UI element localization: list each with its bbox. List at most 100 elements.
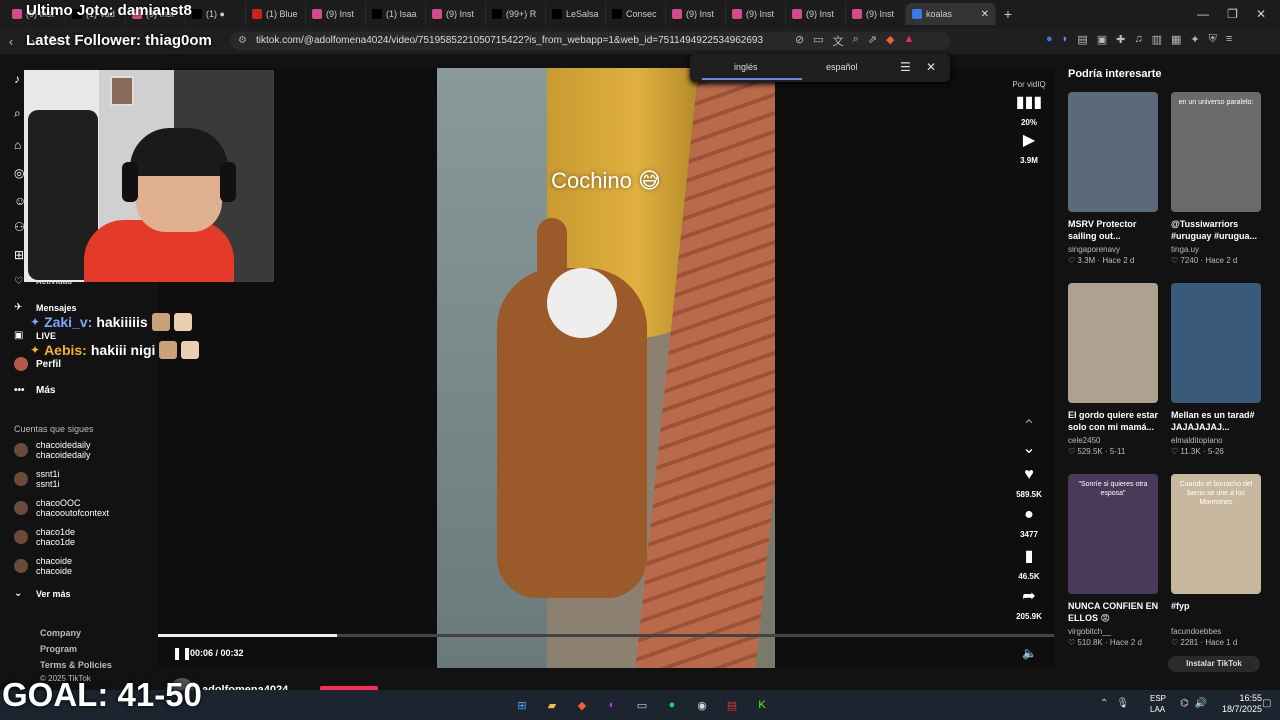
suggestion-card[interactable]: MSRV Protector sailing out... singaporena… [1068, 92, 1160, 265]
suggestion-author[interactable]: singaporenavy [1068, 245, 1160, 254]
video-frame[interactable]: Cochino 😅 [437, 68, 775, 668]
next-video-button[interactable]: ⌄ [1012, 438, 1046, 458]
video-player[interactable]: Cochino 😅 ❚❚ 00:06 / 00:32 🔈 [158, 68, 1054, 668]
leo-icon[interactable]: ✦ [1190, 33, 1199, 46]
extensions-puzzle-icon[interactable]: ✚ [1116, 33, 1125, 46]
kick-icon[interactable]: K [752, 695, 772, 715]
close-tab-icon[interactable]: ✕ [981, 9, 989, 20]
share-icon[interactable]: ⇗ [868, 33, 877, 49]
microphone-icon[interactable]: 🎙 [1116, 698, 1129, 709]
browser-tab[interactable]: (9) Inst [786, 3, 846, 25]
like-button[interactable]: ♥ 589.5K [1012, 466, 1046, 502]
suggestion-card[interactable]: Mellan es un tarad# JAJAJAJAJ... elmaldit… [1171, 283, 1263, 456]
following-item[interactable]: chacoOOC chacooutofcontext [14, 498, 109, 518]
app-purple-icon[interactable]: ◐ [602, 695, 622, 715]
new-tab-button[interactable]: + [996, 6, 1020, 22]
suggestion-card[interactable]: en un universo paralelo: @Tussiwarriors #… [1171, 92, 1263, 265]
tray-chevron-icon[interactable]: ⌃ [1100, 698, 1108, 709]
browser-tab[interactable]: (9) Inst [726, 3, 786, 25]
wallet-icon[interactable]: ▦ [1171, 33, 1181, 46]
close-icon[interactable]: ✕ [926, 60, 936, 74]
browser-tab[interactable]: LeSalsa [546, 3, 606, 25]
suggestion-caption[interactable]: NUNCA CONFIEN EN ELLOS 😡 [1068, 600, 1160, 624]
translate-from-tab[interactable]: inglés [734, 62, 758, 72]
speaker-icon[interactable]: 🔊 [1195, 698, 1207, 709]
video-progress-bar[interactable] [158, 634, 1054, 637]
suggestion-caption[interactable]: El gordo quiere estar solo con mi mamá..… [1068, 409, 1160, 433]
sidebar-icon[interactable]: ▥ [1152, 33, 1162, 46]
language-indicator[interactable]: ESP LAA [1150, 693, 1166, 715]
suggestion-card[interactable]: "Sonríe si quieres otra esposa" NUNCA CON… [1068, 474, 1160, 647]
music-icon[interactable]: ♫ [1134, 33, 1142, 46]
following-item[interactable]: chaco1de chaco1de [14, 527, 75, 547]
nav-more[interactable]: ••• Más [14, 385, 55, 396]
notification-icon[interactable]: ▢ [1262, 698, 1271, 709]
browser-tab[interactable]: koalas ✕ [906, 3, 996, 25]
footer-program[interactable]: Program [40, 644, 77, 654]
save-button[interactable]: ▮ 46.5K [1012, 546, 1046, 584]
obs-icon[interactable]: ◉ [692, 695, 712, 715]
extension-voice-icon[interactable]: ◗ [1062, 33, 1069, 46]
clock[interactable]: 16:55 18/7/2025 [1222, 693, 1262, 715]
zoom-icon[interactable]: ⌕ [853, 33, 859, 49]
share-button[interactable]: ➦ 205.9K [1012, 586, 1046, 624]
browser-tab[interactable]: (9) Inst [426, 3, 486, 25]
browser-tab[interactable]: (1) ● [186, 3, 246, 25]
menu-icon[interactable]: ☰ [900, 60, 911, 74]
stats-button[interactable]: ▮▮▮ 20% [1012, 92, 1046, 130]
suggestion-thumbnail[interactable] [1171, 283, 1261, 403]
browser-tab[interactable]: Consec [606, 3, 666, 25]
maximize-icon[interactable]: ❐ [1227, 7, 1238, 21]
following-item[interactable]: ssnt1i ssnt1i [14, 469, 60, 489]
suggestion-thumbnail[interactable]: en un universo paralelo: [1171, 92, 1261, 212]
app-red-icon[interactable]: ▤ [722, 695, 742, 715]
suggestion-author[interactable]: tinga.uy [1171, 245, 1263, 254]
spotify-icon[interactable]: ● [662, 695, 682, 715]
extension-blue-icon[interactable]: ● [1046, 33, 1053, 46]
browser-tab[interactable]: (9) Inst [666, 3, 726, 25]
cast-icon[interactable]: ▭ [813, 33, 823, 49]
browser-tab[interactable]: (1) Isaa [366, 3, 426, 25]
site-info-icon[interactable]: ⚙ [238, 32, 247, 50]
browser-tab[interactable]: (9) Inst [306, 3, 366, 25]
vpn-icon[interactable]: ⛨ [1209, 33, 1217, 46]
suggestion-author[interactable]: cele2450 [1068, 436, 1160, 445]
terminal-icon[interactable]: ▭ [632, 695, 652, 715]
suggestion-caption[interactable]: Mellan es un tarad# JAJAJAJAJ... [1171, 409, 1263, 433]
footer-terms[interactable]: Terms & Policies [40, 660, 112, 670]
browser-tab[interactable]: (1) Blue [246, 3, 306, 25]
suggestion-author[interactable]: facundoebbes [1171, 627, 1263, 636]
comment-button[interactable]: ● 3477 [1012, 506, 1046, 542]
browser-tab[interactable]: (9) Inst [846, 3, 906, 25]
views-button[interactable]: ▶ 3.9M [1012, 130, 1046, 168]
install-tiktok-button[interactable]: Instalar TikTok [1168, 656, 1260, 672]
browser-tab[interactable]: (99+) R [486, 3, 546, 25]
suggestion-card[interactable]: El gordo quiere estar solo con mi mamá..… [1068, 283, 1160, 456]
suggestion-caption[interactable]: #fyp [1171, 600, 1263, 624]
extension-screen-icon[interactable]: ▣ [1097, 33, 1107, 46]
brave-shield-icon[interactable]: ◆ [886, 33, 894, 49]
translate-to-tab[interactable]: español [826, 62, 858, 72]
suggestion-thumbnail[interactable] [1068, 283, 1158, 403]
file-explorer-icon[interactable]: ▰ [542, 695, 562, 715]
suggestion-thumbnail[interactable]: "Sonríe si quieres otra esposa" [1068, 474, 1158, 594]
brave-browser-icon[interactable]: ◆ [572, 695, 592, 715]
suggestion-thumbnail[interactable]: Cuando el borracho del barrio se une a l… [1171, 474, 1261, 594]
extension-doc-icon[interactable]: ▤ [1077, 33, 1087, 46]
following-item[interactable]: chacoidedaily chacoidedaily [14, 440, 91, 460]
suggestion-author[interactable]: virgobitch__ [1068, 627, 1160, 636]
browser-menu-icon[interactable]: ≡ [1226, 33, 1232, 46]
footer-company[interactable]: Company [40, 628, 81, 638]
no-tracking-icon[interactable]: ⊘ [795, 33, 804, 49]
see-more-button[interactable]: ⌄ Ver más [14, 588, 71, 599]
suggestion-thumbnail[interactable] [1068, 92, 1158, 212]
suggestion-caption[interactable]: MSRV Protector sailing out... [1068, 218, 1160, 242]
suggestion-author[interactable]: elmalditopiano [1171, 436, 1263, 445]
previous-video-button[interactable]: ⌃ [1012, 416, 1046, 436]
back-icon[interactable]: ‹ [0, 34, 22, 49]
windows-start-icon[interactable]: ⊞ [512, 695, 532, 715]
minimize-icon[interactable]: — [1197, 7, 1209, 21]
network-icon[interactable]: ⌬ [1180, 698, 1189, 709]
suggestion-caption[interactable]: @Tussiwarriors #uruguay #urugua... [1171, 218, 1263, 242]
volume-icon[interactable]: 🔈 [1022, 646, 1037, 660]
